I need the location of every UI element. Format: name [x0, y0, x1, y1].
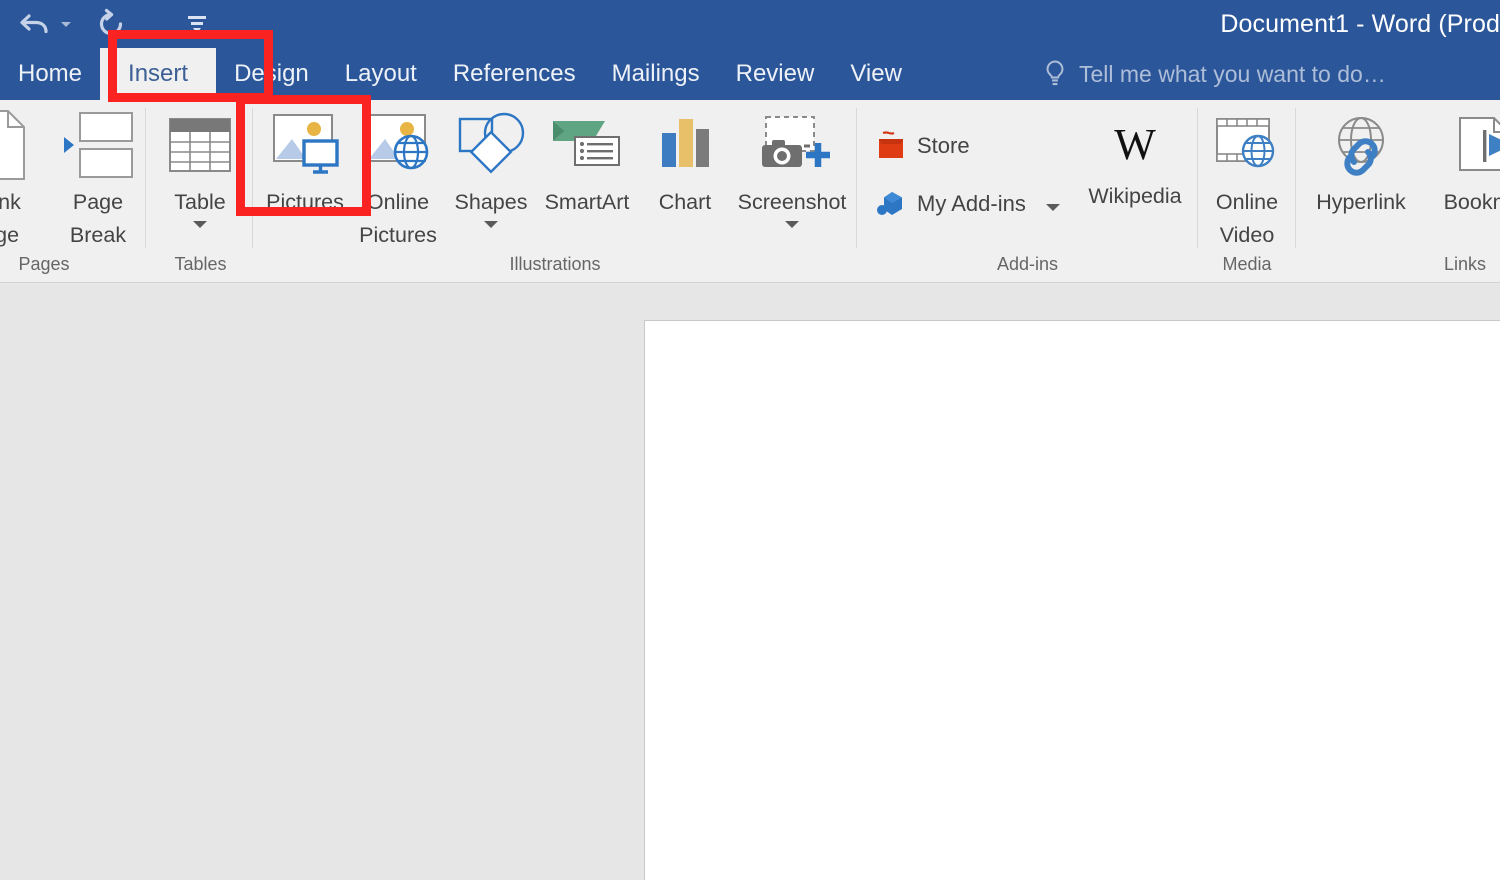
tab-layout[interactable]: Layout: [327, 48, 435, 100]
online-pictures-button[interactable]: Online Pictures: [346, 106, 450, 252]
chart-button[interactable]: Chart: [642, 106, 728, 219]
ribbon-tabs: Home Insert Design Layout References Mai…: [0, 48, 920, 100]
tab-view[interactable]: View: [832, 48, 920, 100]
redo-button[interactable]: [90, 4, 132, 44]
screenshot-label: Screenshot: [737, 190, 847, 214]
tab-design[interactable]: Design: [216, 48, 327, 100]
chart-label: Chart: [658, 190, 712, 214]
online-video-icon: [1211, 106, 1283, 184]
pictures-button[interactable]: Pictures: [253, 106, 357, 219]
ribbon-group-add-ins: Store My Add-ins W Wikipedia Add-ins: [857, 100, 1198, 283]
hyperlink-label: Hyperlink: [1316, 190, 1406, 214]
ribbon-group-links: Hyperlink Bookma Links: [1296, 100, 1500, 283]
page-break-button[interactable]: Page Break: [46, 106, 150, 252]
table-button[interactable]: Table: [148, 106, 252, 228]
bookmark-icon: [1446, 106, 1500, 184]
blank-page-button[interactable]: Blank Page: [0, 106, 46, 252]
group-label-illustrations: Illustrations: [509, 254, 601, 274]
store-icon: [879, 131, 903, 158]
chart-icon: [654, 106, 716, 184]
smartart-button[interactable]: SmartArt: [532, 106, 642, 219]
pictures-icon: [268, 106, 342, 184]
shapes-button[interactable]: Shapes: [439, 106, 543, 228]
store-label: Store: [917, 133, 970, 158]
ribbon-group-media: Online Video Media: [1198, 100, 1296, 283]
group-label-media: Media: [1222, 254, 1272, 274]
group-separator: [145, 108, 146, 248]
ribbon-group-pages: Blank Page Page Break Pages: [0, 100, 146, 283]
bookmark-label: Bookma: [1443, 190, 1500, 214]
bookmark-button[interactable]: Bookma: [1422, 106, 1500, 219]
tab-insert[interactable]: Insert: [100, 48, 217, 100]
chevron-down-icon[interactable]: [785, 221, 799, 228]
document-title: Document1 - Word (Prod: [1220, 9, 1500, 38]
shapes-icon: [452, 106, 530, 184]
wikipedia-button[interactable]: W Wikipedia: [1072, 112, 1198, 213]
hyperlink-icon: [1324, 106, 1398, 184]
hyperlink-button[interactable]: Hyperlink: [1300, 106, 1422, 219]
tab-mailings[interactable]: Mailings: [594, 48, 718, 100]
group-label-tables: Tables: [174, 254, 227, 274]
blank-page-icon: [0, 106, 30, 184]
svg-text:W: W: [1114, 120, 1156, 169]
tell-me-placeholder-text: Tell me what you want to do…: [1079, 60, 1386, 87]
ribbon-group-illustrations: Pictures Online Pictures Shapes SmartArt…: [253, 100, 857, 283]
chevron-down-icon: [61, 21, 71, 27]
store-button[interactable]: Store: [875, 130, 970, 162]
group-label-links: Links: [1443, 254, 1486, 274]
table-label: Table: [174, 190, 226, 214]
page-break-label: Page Break: [69, 190, 127, 247]
online-pictures-icon: [361, 106, 435, 184]
document-canvas[interactable]: [0, 284, 1500, 880]
smartart-icon: [547, 106, 627, 184]
smartart-label: SmartArt: [544, 190, 630, 214]
tab-review[interactable]: Review: [718, 48, 833, 100]
chevron-down-icon[interactable]: [193, 221, 207, 228]
group-label-add-ins: Add-ins: [996, 254, 1059, 274]
word-application-window: Document1 - Word (Prod Home Insert Desig…: [0, 0, 1500, 880]
blank-page-label: Blank Page: [0, 190, 21, 247]
ribbon: Blank Page Page Break Pages: [0, 100, 1500, 283]
screenshot-button[interactable]: Screenshot: [728, 106, 856, 228]
chevron-down-icon[interactable]: [1045, 203, 1060, 211]
table-icon: [169, 106, 231, 184]
wikipedia-icon: W: [1102, 112, 1168, 178]
page-break-icon: [58, 106, 138, 184]
my-add-ins-button[interactable]: My Add-ins: [875, 188, 1060, 220]
document-page[interactable]: [644, 320, 1500, 880]
wikipedia-label: Wikipedia: [1088, 184, 1182, 208]
undo-icon: [20, 14, 48, 34]
tab-home[interactable]: Home: [0, 48, 100, 100]
chevron-down-icon[interactable]: [484, 221, 498, 228]
redo-icon: [99, 8, 123, 36]
pictures-label: Pictures: [266, 190, 344, 214]
screenshot-icon: [752, 106, 832, 184]
online-pictures-label: Online Pictures: [359, 190, 437, 247]
tab-references[interactable]: References: [435, 48, 594, 100]
online-video-button[interactable]: Online Video: [1195, 106, 1299, 252]
shapes-label: Shapes: [454, 190, 528, 214]
customize-quick-access-toolbar-button[interactable]: [174, 4, 220, 44]
ribbon-group-tables: Table Tables: [148, 100, 253, 283]
undo-dropdown-button[interactable]: [56, 4, 76, 44]
title-bar: Document1 - Word (Prod: [0, 0, 1500, 48]
quick-access-toolbar: [0, 0, 220, 48]
group-label-pages: Pages: [18, 254, 70, 274]
online-video-label: Online Video: [1215, 190, 1279, 247]
lightbulb-icon: [1046, 60, 1064, 86]
my-add-ins-icon: [877, 192, 902, 215]
tell-me-search[interactable]: Tell me what you want to do…: [1044, 48, 1386, 100]
customize-quick-access-toolbar-icon: [188, 16, 206, 33]
undo-button[interactable]: [14, 4, 56, 44]
my-add-ins-label: My Add-ins: [917, 191, 1026, 216]
ribbon-tab-bar: Home Insert Design Layout References Mai…: [0, 48, 1500, 100]
